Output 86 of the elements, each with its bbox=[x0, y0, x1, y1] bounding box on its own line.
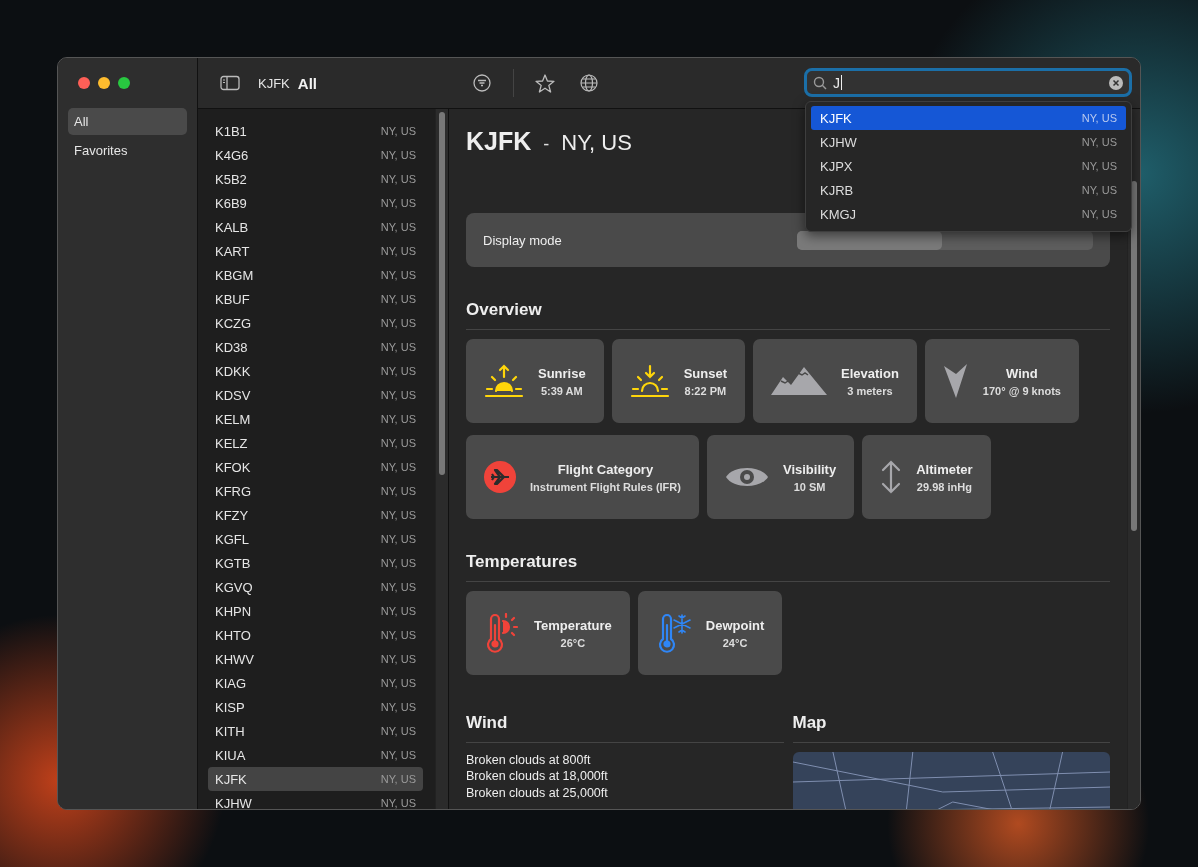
section-heading: Map bbox=[792, 713, 828, 733]
station-row[interactable]: KELM NY, US bbox=[208, 407, 423, 431]
card-value: 24°C bbox=[721, 636, 749, 649]
station-row[interactable]: KBUF NY, US bbox=[208, 287, 423, 311]
scrollbar-thumb[interactable] bbox=[1131, 181, 1137, 531]
section-heading: Wind bbox=[466, 713, 509, 733]
sunrise-icon bbox=[484, 364, 524, 398]
station-row[interactable]: KGFL NY, US bbox=[208, 527, 423, 551]
station-row[interactable]: KD38 NY, US bbox=[208, 335, 423, 359]
station-row[interactable]: KFRG NY, US bbox=[208, 479, 423, 503]
scrollbar-thumb[interactable] bbox=[439, 112, 445, 475]
cloud-layer-text: Broken clouds at 18,000ft bbox=[466, 768, 609, 785]
station-row[interactable]: KGTB NY, US bbox=[208, 551, 423, 575]
station-row[interactable]: KCZG NY, US bbox=[208, 311, 423, 335]
close-button[interactable] bbox=[78, 77, 90, 89]
station-row[interactable]: KDSV NY, US bbox=[208, 383, 423, 407]
search-icon bbox=[813, 75, 827, 90]
filter-icon[interactable] bbox=[472, 74, 491, 92]
card-label: Visibility bbox=[782, 461, 837, 477]
sidebar-item[interactable]: Favorites bbox=[68, 137, 187, 164]
card-label: Flight Category bbox=[556, 461, 655, 477]
station-row[interactable]: KGVQ NY, US bbox=[208, 575, 423, 599]
station-row[interactable]: KJFK NY, US bbox=[208, 767, 423, 791]
card-label: Wind bbox=[1005, 365, 1039, 381]
sidebar-toggle-icon[interactable] bbox=[220, 75, 240, 91]
station-row[interactable]: KFOK NY, US bbox=[208, 455, 423, 479]
card-label: Elevation bbox=[841, 365, 899, 381]
section-heading: Overview bbox=[466, 300, 543, 320]
search-result[interactable]: KJFK NY, US bbox=[811, 106, 1126, 130]
toolbar-filter: All bbox=[297, 74, 317, 92]
search-field[interactable]: J bbox=[804, 68, 1132, 97]
card-value: 3 meters bbox=[846, 384, 894, 397]
card-value: 8:22 PM bbox=[683, 384, 728, 397]
station-row[interactable]: KHPN NY, US bbox=[208, 599, 423, 623]
section-heading: Temperatures bbox=[466, 552, 579, 572]
card-label: Sunset bbox=[683, 365, 728, 381]
card-value: Instrument Flight Rules (IFR) bbox=[530, 480, 681, 493]
globe-icon[interactable] bbox=[579, 74, 598, 92]
station-row[interactable]: KIUA NY, US bbox=[208, 743, 423, 767]
search-result[interactable]: KMGJ NY, US bbox=[811, 202, 1126, 226]
minimize-button[interactable] bbox=[98, 77, 110, 89]
card-value: 5:39 AM bbox=[539, 384, 584, 397]
card-value: 26°C bbox=[559, 636, 587, 649]
station-row[interactable]: KART NY, US bbox=[208, 239, 423, 263]
station-row[interactable]: K6B9 NY, US bbox=[208, 191, 423, 215]
station-row[interactable]: KFZY NY, US bbox=[208, 503, 423, 527]
station-row[interactable]: KBGM NY, US bbox=[208, 263, 423, 287]
title-separator: - bbox=[543, 134, 550, 155]
card-value: 29.98 inHg bbox=[916, 480, 973, 493]
station-row[interactable]: KITH NY, US bbox=[208, 719, 423, 743]
search-result[interactable]: KJPX NY, US bbox=[811, 154, 1126, 178]
station-row[interactable]: K5B2 NY, US bbox=[208, 167, 423, 191]
toolbar-station: KJFK bbox=[258, 75, 290, 91]
station-row[interactable]: KIAG NY, US bbox=[208, 671, 423, 695]
card-label: Temperature bbox=[534, 617, 612, 633]
station-row[interactable]: KJHW NY, US bbox=[208, 791, 423, 809]
station-code: KJFK bbox=[466, 127, 532, 156]
wind-direction-icon bbox=[942, 364, 969, 398]
thermometer-sun-icon bbox=[484, 613, 520, 653]
search-result[interactable]: KJRB NY, US bbox=[811, 178, 1126, 202]
search-result[interactable]: KJHW NY, US bbox=[811, 130, 1126, 154]
station-row[interactable]: KALB NY, US bbox=[208, 215, 423, 239]
star-icon[interactable] bbox=[534, 73, 555, 93]
zoom-button[interactable] bbox=[118, 77, 130, 89]
display-mode-label: Display mode bbox=[483, 232, 562, 248]
card-label: Altimeter bbox=[916, 461, 973, 477]
up-down-arrow-icon bbox=[880, 460, 903, 494]
station-row[interactable]: KISP NY, US bbox=[208, 695, 423, 719]
card-label: Sunrise bbox=[538, 365, 586, 381]
cloud-layer-text: Broken clouds at 25,000ft bbox=[466, 784, 609, 801]
card-value: 10 SM bbox=[792, 480, 827, 493]
segmented-control[interactable] bbox=[797, 230, 1093, 250]
station-row[interactable]: K1B1 NY, US bbox=[208, 119, 423, 143]
sunset-icon bbox=[629, 364, 670, 398]
station-row[interactable]: K4G6 NY, US bbox=[208, 143, 423, 167]
card-value: 170° @ 9 knots bbox=[982, 384, 1061, 397]
clear-icon[interactable] bbox=[1109, 75, 1123, 90]
mountains-icon bbox=[771, 367, 828, 395]
station-row[interactable]: KELZ NY, US bbox=[208, 431, 423, 455]
cloud-layer-text: Broken clouds at 800ft bbox=[466, 752, 592, 769]
card-label: Dewpoint bbox=[705, 617, 765, 633]
station-row[interactable]: KHTO NY, US bbox=[208, 623, 423, 647]
station-row[interactable]: KHWV NY, US bbox=[208, 647, 423, 671]
station-region: NY, US bbox=[561, 130, 632, 156]
station-row[interactable]: KDKK NY, US bbox=[208, 359, 423, 383]
sidebar-item[interactable]: All bbox=[68, 108, 187, 135]
